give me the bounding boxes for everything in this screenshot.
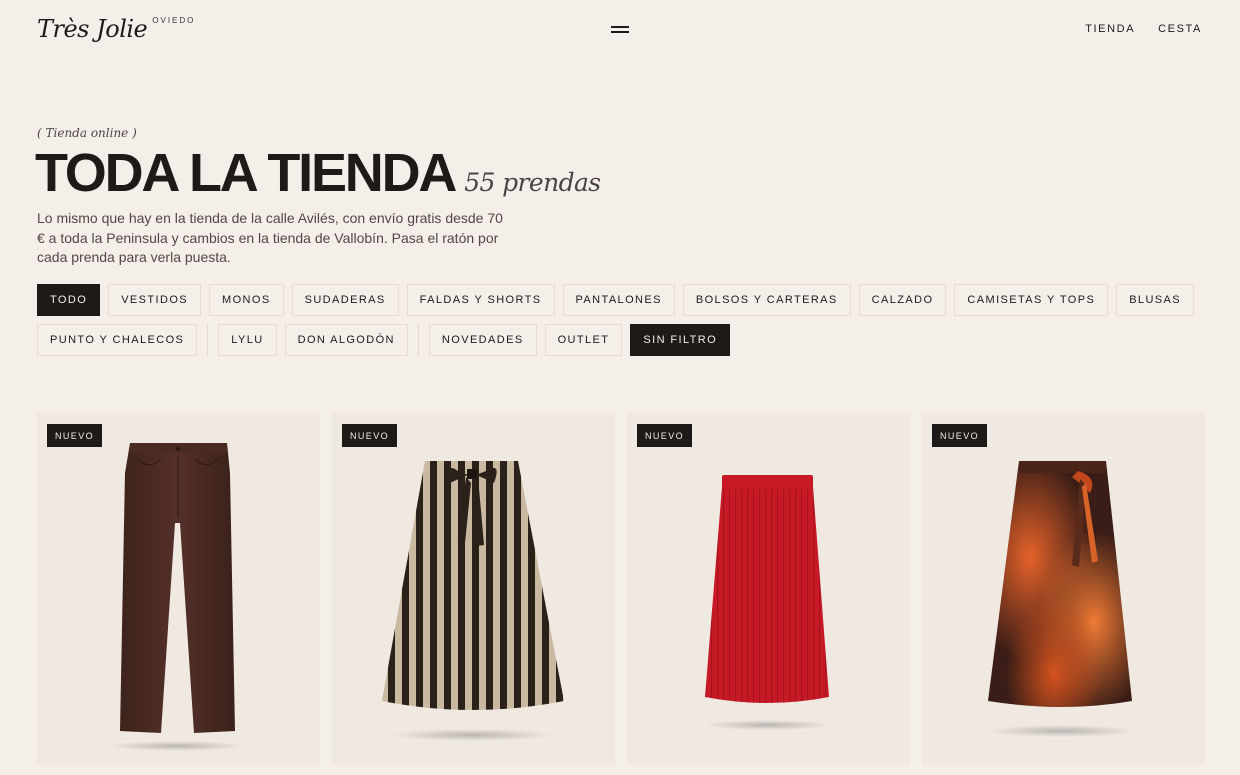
section-kicker: ( Tienda online ) bbox=[37, 126, 137, 140]
filter-calzado[interactable]: CALZADO bbox=[858, 284, 947, 316]
filter-novedades[interactable]: NOVEDADES bbox=[428, 324, 537, 356]
filter-todo[interactable]: TODO bbox=[37, 284, 101, 316]
filter-monos[interactable]: MONOS bbox=[209, 284, 284, 316]
product-card[interactable]: NUEVO bbox=[922, 413, 1205, 765]
tie-dye-skirt-image bbox=[988, 461, 1136, 737]
logo-city: OVIEDO bbox=[152, 16, 196, 25]
filter-bolsos-carteras[interactable]: BOLSOS Y CARTERAS bbox=[682, 284, 851, 316]
page-description: Lo mismo que hay en la tienda de la call… bbox=[37, 210, 503, 266]
logo-text: Très Jolie bbox=[37, 15, 148, 43]
page-title: TODA LA TIENDA bbox=[35, 143, 457, 203]
nav-cesta[interactable]: CESTA bbox=[1158, 21, 1202, 37]
new-badge: NUEVO bbox=[637, 424, 693, 447]
new-badge: NUEVO bbox=[932, 424, 988, 447]
product-card[interactable]: NUEVO bbox=[627, 413, 910, 765]
site-header: Très Jolie OVIEDO TIENDA CESTA bbox=[0, 0, 1240, 60]
filter-brand-don-algodon[interactable]: DON ALGODÓN bbox=[284, 324, 408, 356]
item-count: 55 prendas bbox=[464, 168, 601, 197]
logo[interactable]: Très Jolie OVIEDO bbox=[37, 14, 195, 44]
filter-divider bbox=[207, 324, 209, 356]
product-card[interactable]: NUEVO bbox=[37, 413, 320, 765]
filter-sin-filtro[interactable]: SIN FILTRO bbox=[630, 324, 731, 356]
filter-outlet[interactable]: OUTLET bbox=[544, 324, 623, 356]
brown-trousers-image bbox=[109, 443, 245, 751]
filter-divider bbox=[417, 324, 419, 356]
filter-punto-chalecos[interactable]: PUNTO Y CHALECOS bbox=[37, 324, 198, 356]
striped-skirt-image bbox=[382, 461, 564, 741]
filter-brand-lylu[interactable]: LYLU bbox=[218, 324, 277, 356]
top-nav: TIENDA CESTA bbox=[1085, 21, 1202, 37]
new-badge: NUEVO bbox=[342, 424, 398, 447]
filter-camisetas-tops[interactable]: CAMISETAS Y TOPS bbox=[954, 284, 1109, 316]
new-badge: NUEVO bbox=[47, 424, 103, 447]
menu-icon[interactable] bbox=[609, 20, 631, 38]
nav-tienda[interactable]: TIENDA bbox=[1085, 21, 1135, 37]
product-card[interactable]: NUEVO bbox=[332, 413, 615, 765]
filter-faldas-shorts[interactable]: FALDAS Y SHORTS bbox=[406, 284, 555, 316]
filter-sudaderas[interactable]: SUDADERAS bbox=[291, 284, 399, 316]
red-pleated-skirt-image bbox=[703, 475, 831, 730]
category-filters: TODO VESTIDOS MONOS SUDADERAS FALDAS Y S… bbox=[37, 284, 1202, 316]
filter-pantalones[interactable]: PANTALONES bbox=[562, 284, 675, 316]
filter-blusas[interactable]: BLUSAS bbox=[1116, 284, 1194, 316]
product-grid: NUEVO NUEVO NUEVO NUEVO bbox=[37, 413, 1205, 765]
filter-vestidos[interactable]: VESTIDOS bbox=[108, 284, 202, 316]
secondary-filters: PUNTO Y CHALECOS LYLU DON ALGODÓN NOVEDA… bbox=[37, 324, 738, 356]
title-row: TODA LA TIENDA 55 prendas bbox=[35, 141, 601, 205]
